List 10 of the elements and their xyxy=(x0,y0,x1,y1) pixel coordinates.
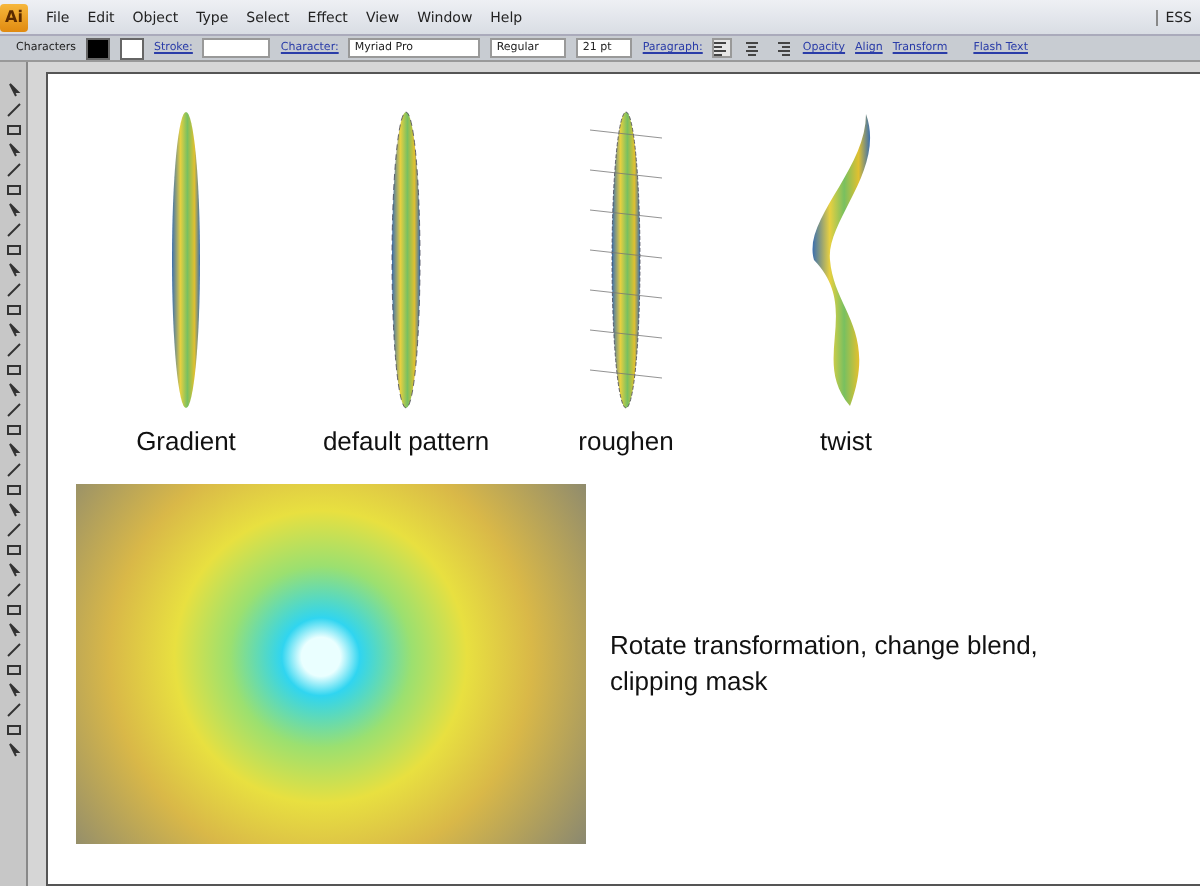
app-logo: Ai xyxy=(0,3,28,31)
align-icon[interactable] xyxy=(712,38,733,58)
fill-swatch[interactable] xyxy=(86,37,111,59)
sample-label: Gradient xyxy=(136,426,236,456)
sample-label: default pattern xyxy=(322,426,490,456)
caption: Rotate transformation, change blend, clipping mask xyxy=(610,628,1040,700)
stroke-swatch[interactable] xyxy=(120,37,145,59)
sample-label: roughen xyxy=(578,426,674,456)
sample-label: twist xyxy=(820,426,872,456)
stroke-weight-field[interactable] xyxy=(202,38,271,58)
